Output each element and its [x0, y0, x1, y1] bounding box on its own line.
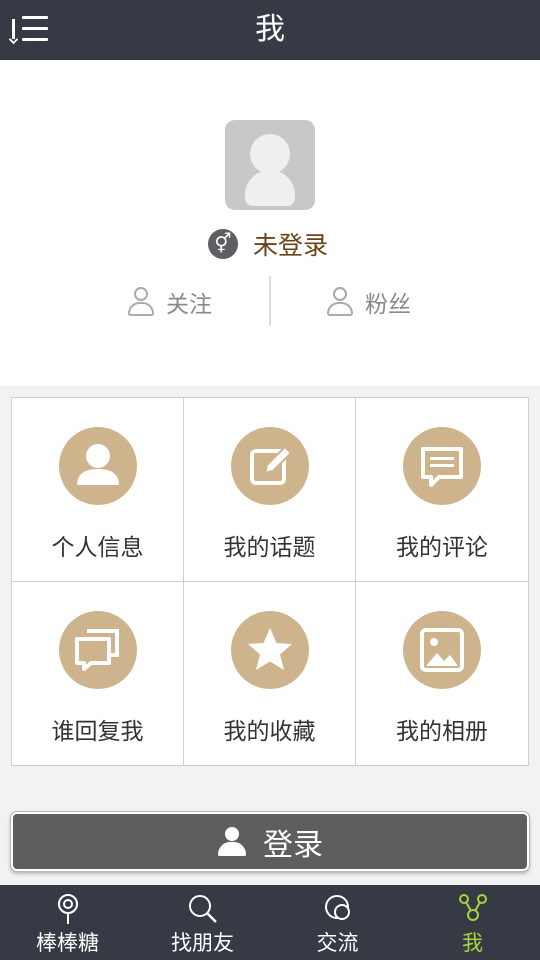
login-button[interactable]: 登录	[11, 812, 529, 871]
tab-label: 棒棒糖	[36, 931, 99, 955]
tab-label: 找朋友	[171, 931, 234, 955]
comment-icon	[403, 427, 481, 505]
tab-label: 我	[462, 931, 483, 955]
fans-button[interactable]: 粉丝	[325, 282, 411, 322]
menu-item-label: 我的收藏	[223, 719, 316, 745]
chat-icon	[324, 895, 350, 920]
fans-label: 粉丝	[365, 292, 411, 318]
menu-item-my-topics[interactable]: 我的话题	[184, 398, 356, 582]
login-status-text[interactable]: 未登录	[253, 226, 328, 262]
menu-item-label: 个人信息	[51, 535, 144, 561]
edit-icon	[231, 427, 309, 505]
menu-item-label: 我的相册	[396, 719, 488, 745]
login-button-label: 登录	[263, 827, 323, 863]
star-icon	[231, 611, 309, 689]
page-title: 我	[255, 12, 285, 47]
tab-me[interactable]: 我	[405, 885, 540, 960]
gender-icon: ⚥	[208, 229, 238, 259]
menu-item-favorites[interactable]: 我的收藏	[184, 582, 356, 765]
menu-item-personal-info[interactable]: 个人信息	[12, 398, 184, 582]
person-icon	[59, 427, 137, 505]
menu-item-album[interactable]: 我的相册	[356, 582, 528, 765]
lollipop-icon	[57, 894, 78, 924]
menu-item-replies[interactable]: 谁回复我	[12, 582, 184, 765]
photo-icon	[403, 611, 481, 689]
tab-chat[interactable]: 交流	[270, 885, 405, 960]
follow-button[interactable]: 关注	[126, 282, 212, 322]
tab-find-friends[interactable]: 找朋友	[135, 885, 270, 960]
replies-icon	[59, 611, 137, 689]
user-outline-icon	[325, 286, 355, 318]
follow-label: 关注	[166, 292, 212, 318]
menu-item-label: 我的话题	[223, 535, 316, 561]
bottom-tab-bar: 棒棒糖 找朋友 交流 我	[0, 885, 540, 960]
user-outline-icon	[126, 286, 156, 318]
me-icon	[458, 894, 487, 921]
menu-item-label: 我的评论	[396, 535, 488, 561]
tab-label: 交流	[316, 931, 359, 955]
user-icon	[217, 826, 247, 857]
menu-item-my-comments[interactable]: 我的评论	[356, 398, 528, 582]
menu-item-label: 谁回复我	[51, 719, 144, 745]
search-icon	[188, 895, 217, 923]
top-bar: 我	[0, 0, 540, 60]
menu-grid: 个人信息 我的话题 我的评论 谁回复我 我的收藏 我的相册	[11, 397, 529, 766]
divider	[269, 276, 271, 326]
tab-lollipop[interactable]: 棒棒糖	[0, 885, 135, 960]
profile-section: ⚥ 未登录 关注 粉丝	[0, 60, 540, 386]
avatar[interactable]	[225, 120, 315, 210]
